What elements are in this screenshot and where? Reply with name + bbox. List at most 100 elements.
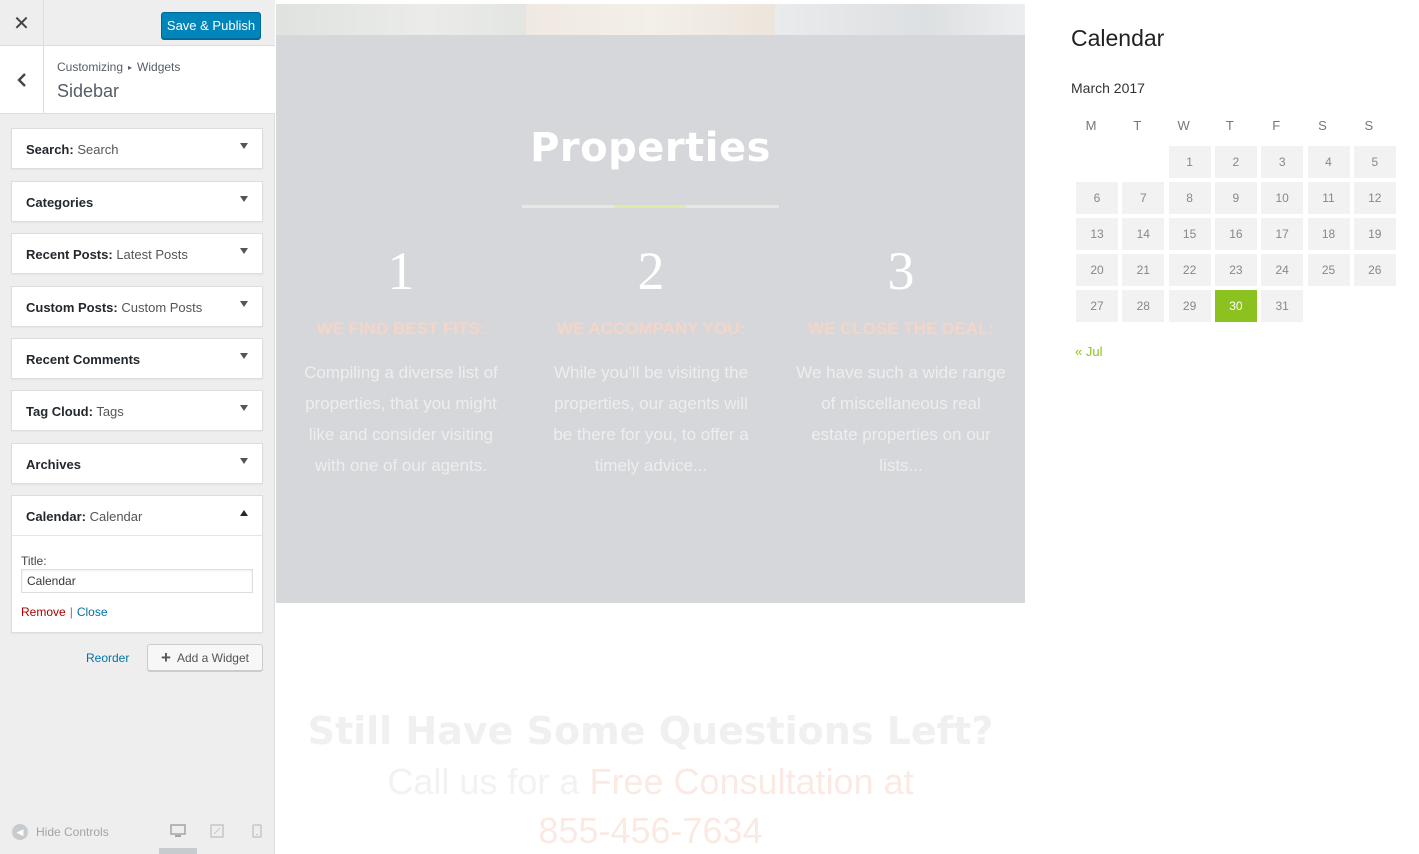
expand-arrow-icon[interactable]	[240, 248, 248, 254]
widget-tag-cloud[interactable]: Tag Cloud: Tags	[11, 390, 263, 431]
add-widget-button[interactable]: + Add a Widget	[147, 644, 263, 671]
section-header: Customizing ▸ Widgets Sidebar	[0, 46, 275, 114]
section-title: Sidebar	[57, 81, 120, 101]
calendar-day: 3	[1261, 146, 1304, 178]
header-image-1	[276, 4, 526, 35]
calendar-day: 17	[1261, 218, 1304, 250]
weekday-label: S	[1318, 118, 1327, 133]
customizer-footer: ◀ Hide Controls	[0, 814, 275, 854]
close-customizer-button[interactable]: ✕	[0, 0, 44, 46]
save-publish-button[interactable]: Save & Publish	[161, 12, 261, 39]
widget-actions: Remove | Close	[21, 605, 108, 619]
mobile-preview-icon[interactable]	[249, 824, 265, 838]
widget-title: Search: Search	[26, 142, 119, 157]
remove-link[interactable]: Remove	[21, 605, 66, 619]
calendar-day: 12	[1353, 182, 1396, 214]
weekday-label: T	[1225, 118, 1234, 133]
plus-icon: +	[161, 648, 171, 667]
widget-categories[interactable]: Categories	[11, 181, 263, 222]
breadcrumb: Customizing ▸ Widgets	[57, 60, 180, 74]
weekday-label: M	[1085, 118, 1097, 133]
collapse-icon: ◀	[12, 824, 28, 840]
widget-title: Recent Comments	[26, 352, 141, 367]
calendar-day: 9	[1214, 182, 1257, 214]
questions-highlight: Free Consultation at	[589, 761, 914, 802]
breadcrumb-separator-icon: ▸	[128, 63, 133, 72]
active-device-indicator	[159, 848, 197, 854]
widget-recent-comments[interactable]: Recent Comments	[11, 338, 263, 379]
step-text: We have such a wide range of miscellaneo…	[796, 363, 1006, 475]
calendar-day: 28	[1122, 290, 1165, 322]
widget-calendar-header[interactable]: Calendar: Calendar	[12, 496, 262, 536]
expand-arrow-icon[interactable]	[240, 353, 248, 359]
step-number: 2	[637, 241, 665, 301]
properties-section: Properties 1 WE FIND BEST FITS: Compilin…	[276, 35, 1025, 603]
widget-title: Recent Posts: Latest Posts	[26, 247, 188, 262]
calendar-day: 26	[1353, 254, 1396, 286]
widget-calendar: Calendar: Calendar Title: Remove| Close	[11, 495, 263, 633]
action-separator: |	[69, 605, 73, 619]
hide-controls-button[interactable]: ◀ Hide Controls	[12, 824, 109, 840]
calendar-day: 11	[1307, 182, 1350, 214]
calendar-day: 31	[1261, 290, 1304, 322]
questions-section: Still Have Some Questions Left? Call us …	[276, 705, 1025, 854]
weekday-label: F	[1272, 118, 1281, 133]
calendar-month: March 2017	[1071, 80, 1145, 96]
calendar-day: 25	[1307, 254, 1350, 286]
weekday-label: S	[1364, 118, 1374, 133]
close-link[interactable]: Close	[77, 605, 108, 619]
step-card: 1 WE FIND BEST FITS: Compiling a diverse…	[296, 238, 506, 481]
calendar-day: 29	[1168, 290, 1211, 322]
calendar-day: 1	[1168, 146, 1211, 178]
calendar-day: 22	[1168, 254, 1211, 286]
collapse-arrow-icon[interactable]	[240, 510, 248, 516]
questions-phone[interactable]: 855-456-7634	[276, 807, 1025, 854]
close-icon: ✕	[13, 12, 30, 35]
weekday-label: W	[1177, 118, 1190, 133]
calendar-day: 10	[1261, 182, 1304, 214]
step-card: 2 WE ACCOMPANY YOU: While you'll be visi…	[546, 238, 756, 481]
expand-arrow-icon[interactable]	[240, 458, 248, 464]
header-image-3	[775, 4, 1026, 35]
expand-arrow-icon[interactable]	[240, 405, 248, 411]
calendar-day: 5	[1353, 146, 1396, 178]
site-preview: Properties 1 WE FIND BEST FITS: Compilin…	[276, 0, 1026, 854]
chevron-left-icon	[16, 72, 26, 87]
expand-arrow-icon[interactable]	[240, 143, 248, 149]
step-number: 1	[387, 241, 415, 301]
widget-search[interactable]: Search: Search	[11, 128, 263, 169]
calendar-day: 14	[1122, 218, 1165, 250]
add-widget-label: Add a Widget	[176, 650, 249, 665]
calendar-prev-link[interactable]: « Jul	[1075, 344, 1102, 359]
calendar-heading: Calendar	[1071, 25, 1165, 51]
calendar-day-today: 30	[1214, 290, 1257, 322]
step-heading: WE FIND BEST FITS:	[316, 319, 486, 338]
widget-title: Calendar: Calendar	[26, 509, 143, 524]
weekday-label: T	[1133, 118, 1142, 133]
calendar-day: 6	[1076, 182, 1118, 214]
customizer-header: ✕ Save & Publish	[0, 0, 275, 46]
expand-arrow-icon[interactable]	[240, 301, 248, 307]
widget-recent-posts[interactable]: Recent Posts: Latest Posts	[11, 233, 263, 274]
calendar-day: 24	[1261, 254, 1304, 286]
tablet-preview-icon[interactable]	[209, 824, 225, 838]
questions-title: Still Have Some Questions Left?	[307, 709, 994, 753]
reorder-link[interactable]: Reorder	[86, 651, 129, 665]
expand-arrow-icon[interactable]	[240, 196, 248, 202]
title-divider-accent	[614, 205, 686, 208]
breadcrumb-current: Widgets	[137, 60, 181, 74]
title-field[interactable]	[21, 569, 253, 593]
desktop-preview-icon[interactable]	[170, 824, 186, 838]
step-text: While you'll be visiting the properties,…	[553, 363, 749, 475]
header-image-strip	[276, 4, 1026, 35]
hide-controls-label: Hide Controls	[36, 825, 109, 839]
step-text: Compiling a diverse list of properties, …	[304, 363, 498, 475]
widget-archives[interactable]: Archives	[11, 443, 263, 484]
step-heading: WE ACCOMPANY YOU:	[556, 319, 746, 338]
calendar-day: 8	[1168, 182, 1211, 214]
widget-custom-posts[interactable]: Custom Posts: Custom Posts	[11, 286, 263, 327]
questions-call: Call us for a Free Consultation at	[387, 761, 914, 802]
header-image-2	[525, 4, 776, 35]
calendar-day: 20	[1076, 254, 1118, 286]
back-button[interactable]	[0, 46, 44, 113]
